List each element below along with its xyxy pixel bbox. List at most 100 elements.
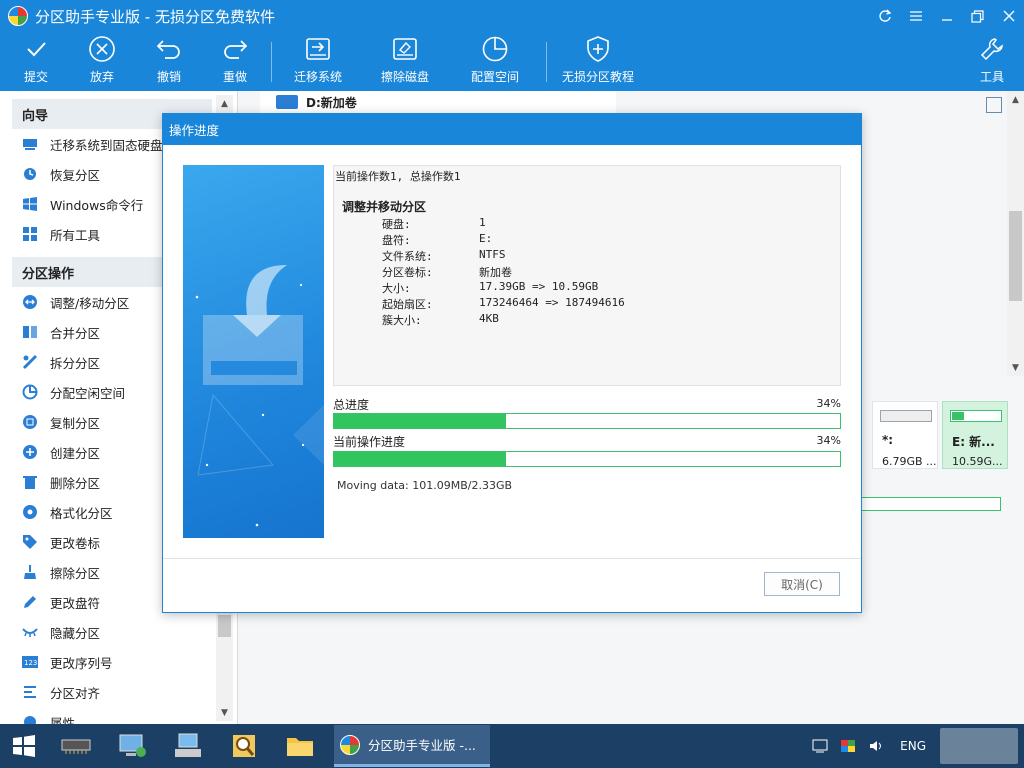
wipe-disk-button[interactable]: 擦除磁盘 <box>379 34 431 90</box>
toolbar-divider <box>271 42 272 82</box>
menu-icon[interactable] <box>900 0 931 32</box>
tools-button[interactable]: 工具 <box>976 34 1008 90</box>
windows-logo-icon <box>13 735 35 757</box>
sidebar-item-label: 分区对齐 <box>50 685 101 701</box>
wrench-icon <box>977 34 1007 64</box>
toolbar: 提交 放弃 撤销 重做 迁移系统 擦除磁盘 配置空间 无损分区教程 工具 <box>0 34 1024 90</box>
pie-chart-icon <box>480 34 510 64</box>
keyboard-computer-icon[interactable] <box>160 724 216 768</box>
current-progress-label: 当前操作进度 <box>333 435 406 449</box>
sidebar-item-label: 调整/移动分区 <box>50 295 130 311</box>
scroll-thumb[interactable] <box>218 615 231 637</box>
banner-image <box>183 165 324 538</box>
dialog-title: 操作进度 <box>163 114 861 145</box>
scroll-thumb[interactable] <box>1009 211 1022 301</box>
main-scrollbar[interactable]: ▲ ▼ <box>1007 91 1024 376</box>
ssd-icon <box>22 136 38 152</box>
detail-value: 新加卷 <box>479 266 512 279</box>
sidebar-item-label: 格式化分区 <box>50 505 113 521</box>
restore-icon[interactable] <box>962 0 993 32</box>
current-progress-fill <box>334 452 507 466</box>
start-button[interactable] <box>0 724 48 768</box>
discard-button[interactable]: 放弃 <box>86 34 118 90</box>
partition-bar <box>880 410 932 422</box>
detail-key: 文件系统: <box>382 250 433 263</box>
scroll-down-icon[interactable]: ▼ <box>216 704 233 721</box>
taskbar-app-partition-assistant[interactable]: 分区助手专业版 -... <box>334 725 490 767</box>
color-display-icon[interactable] <box>837 738 859 754</box>
partition-bar <box>950 410 1002 422</box>
refresh-icon[interactable] <box>869 0 900 32</box>
total-progress-percent: 34% <box>816 397 841 410</box>
memory-chip-icon[interactable] <box>48 724 104 768</box>
undo-button[interactable]: 撤销 <box>153 34 185 90</box>
partition-size: 10.59G... <box>952 455 1003 468</box>
sidebar-item[interactable]: 分区对齐 <box>12 677 212 707</box>
tools-label: 工具 <box>979 70 1004 84</box>
sidebar-item[interactable]: 123 更改序列号 <box>12 647 212 677</box>
scroll-up-icon[interactable]: ▲ <box>216 95 233 112</box>
tag-icon <box>22 534 38 550</box>
partition-size: 6.79GB ... <box>882 455 937 468</box>
grid-icon <box>22 226 38 242</box>
minimize-icon[interactable] <box>931 0 962 32</box>
tutorial-button[interactable]: 无损分区教程 <box>560 34 636 90</box>
commit-button[interactable]: 提交 <box>20 34 52 90</box>
sidebar-item-label: 更改序列号 <box>50 655 113 671</box>
total-progress-label: 总进度 <box>333 398 370 412</box>
system-tray: ENG <box>806 724 1024 768</box>
network-computer-icon[interactable] <box>104 724 160 768</box>
view-toggle-icon[interactable] <box>986 97 1002 113</box>
window-title: 分区助手专业版 - 无损分区免费软件 <box>35 7 275 26</box>
recover-icon <box>22 166 38 182</box>
folder-icon[interactable] <box>272 724 328 768</box>
input-language[interactable]: ENG <box>900 739 926 753</box>
detail-value: 1 <box>479 216 486 229</box>
detail-key: 硬盘: <box>382 218 411 231</box>
current-progress-percent: 34% <box>816 434 841 447</box>
migrate-os-button[interactable]: 迁移系统 <box>292 34 344 90</box>
sidebar-item-label: 删除分区 <box>50 475 101 491</box>
discard-label: 放弃 <box>89 70 114 84</box>
allocate-space-button[interactable]: 配置空间 <box>469 34 521 90</box>
sidebar-item-label: 迁移系统到固态硬盘 <box>50 137 163 153</box>
sidebar-item-label: 恢复分区 <box>50 167 101 183</box>
sidebar-item-label: 更改卷标 <box>50 535 101 551</box>
sidebar-item-label: Windows命令行 <box>50 197 144 213</box>
volume-icon[interactable] <box>865 738 887 754</box>
clock-area[interactable] <box>940 728 1018 764</box>
sidebar-item[interactable]: 隐藏分区 <box>12 617 212 647</box>
scroll-down-icon[interactable]: ▼ <box>1007 359 1024 376</box>
partition-card[interactable]: *: 6.79GB ... <box>872 401 938 469</box>
app-logo-icon <box>8 6 28 26</box>
pencil-icon <box>22 594 38 610</box>
svg-text:123: 123 <box>24 659 37 667</box>
detail-value: E: <box>479 232 493 245</box>
redo-button[interactable]: 重做 <box>219 34 251 90</box>
disk-row[interactable]: D:新加卷 <box>260 91 616 113</box>
allocate-space-label: 配置空间 <box>470 70 519 84</box>
shield-plus-icon <box>583 34 613 64</box>
close-icon[interactable] <box>993 0 1024 32</box>
partition-card-selected[interactable]: E: 新... 10.59G... <box>942 401 1008 469</box>
merge-icon <box>22 324 38 340</box>
migrate-os-label: 迁移系统 <box>293 70 342 84</box>
progress-dialog: 操作进度 当前操作数1, 总操作数1 调整并移动分区 硬盘: 1 盘符: E: 文件系统… <box>162 113 862 613</box>
action-center-icon[interactable] <box>809 738 831 754</box>
detail-value: 173246464 => 187494616 <box>479 296 625 309</box>
taskbar: 分区助手专业版 -... ENG <box>0 724 1024 768</box>
resize-icon <box>22 294 38 310</box>
cancel-button[interactable]: 取消(C) <box>764 572 840 596</box>
app-header: 分区助手专业版 - 无损分区免费软件 提交 放弃 撤销 重做 迁移系统 擦除磁盘… <box>0 0 1024 91</box>
search-magnifier-icon[interactable] <box>216 724 272 768</box>
allocate-icon <box>22 384 38 400</box>
sidebar-item-label: 分配空闲空间 <box>50 385 126 401</box>
split-icon <box>22 354 38 370</box>
operation-summary: 当前操作数1, 总操作数1 <box>335 170 461 183</box>
toolbar-divider <box>546 42 547 82</box>
migrate-disk-icon <box>303 34 333 64</box>
redo-label: 重做 <box>222 70 247 84</box>
eye-hide-icon <box>22 624 38 640</box>
wipe-icon <box>22 564 38 580</box>
scroll-up-icon[interactable]: ▲ <box>1007 91 1024 108</box>
